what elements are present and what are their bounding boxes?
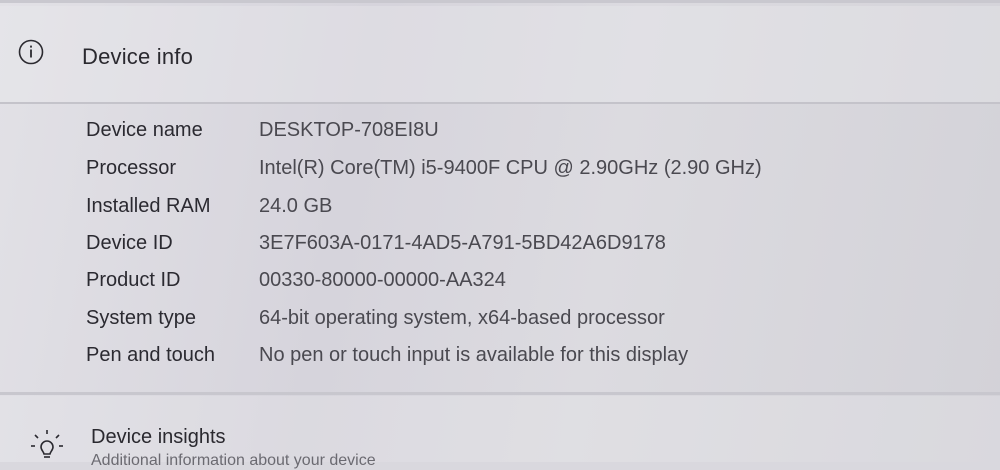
insights-title: Device insights (91, 426, 226, 448)
spec-row-device-name: Device name DESKTOP-708EI8U (0, 119, 1000, 156)
spec-label: Product ID (86, 269, 181, 291)
spec-label: Device name (86, 119, 203, 141)
spec-row-installed-ram: Installed RAM 24.0 GB (0, 195, 1000, 232)
info-icon (18, 39, 44, 65)
spec-row-device-id: Device ID 3E7F603A-0171-4AD5-A791-5BD42A… (0, 232, 1000, 269)
spec-value: No pen or touch input is available for t… (259, 344, 689, 366)
lightbulb-icon (30, 428, 64, 462)
spec-label: Installed RAM (86, 195, 211, 217)
spec-row-processor: Processor Intel(R) Core(TM) i5-9400F CPU… (0, 157, 1000, 194)
spec-value: 3E7F603A-0171-4AD5-A791-5BD42A6D9178 (259, 232, 666, 254)
spec-label: Device ID (86, 232, 173, 254)
spec-label: Pen and touch (86, 344, 215, 366)
spec-value: DESKTOP-708EI8U (259, 119, 439, 141)
settings-page: Device info Device name DESKTOP-708EI8U … (0, 0, 1000, 469)
insights-subtitle: Additional information about your device (91, 452, 376, 469)
device-info-header[interactable]: Device info (0, 6, 1000, 104)
top-divider (0, 0, 1000, 3)
spec-row-product-id: Product ID 00330-80000-00000-AA324 (0, 269, 1000, 306)
device-insights-item[interactable]: Device insights Additional information a… (0, 396, 1000, 469)
spec-value: 64-bit operating system, x64-based proce… (259, 307, 665, 329)
device-specs-list: Device name DESKTOP-708EI8U Processor In… (0, 104, 1000, 384)
spec-label: System type (86, 307, 197, 329)
section-title: Device info (82, 44, 194, 69)
spec-row-pen-and-touch: Pen and touch No pen or touch input is a… (0, 344, 1000, 381)
spec-value: Intel(R) Core(TM) i5-9400F CPU @ 2.90GHz… (259, 157, 762, 179)
section-divider (0, 392, 1000, 395)
spec-row-system-type: System type 64-bit operating system, x64… (0, 307, 1000, 344)
spec-value: 00330-80000-00000-AA324 (259, 269, 506, 291)
spec-value: 24.0 GB (259, 195, 333, 217)
spec-label: Processor (86, 157, 177, 179)
